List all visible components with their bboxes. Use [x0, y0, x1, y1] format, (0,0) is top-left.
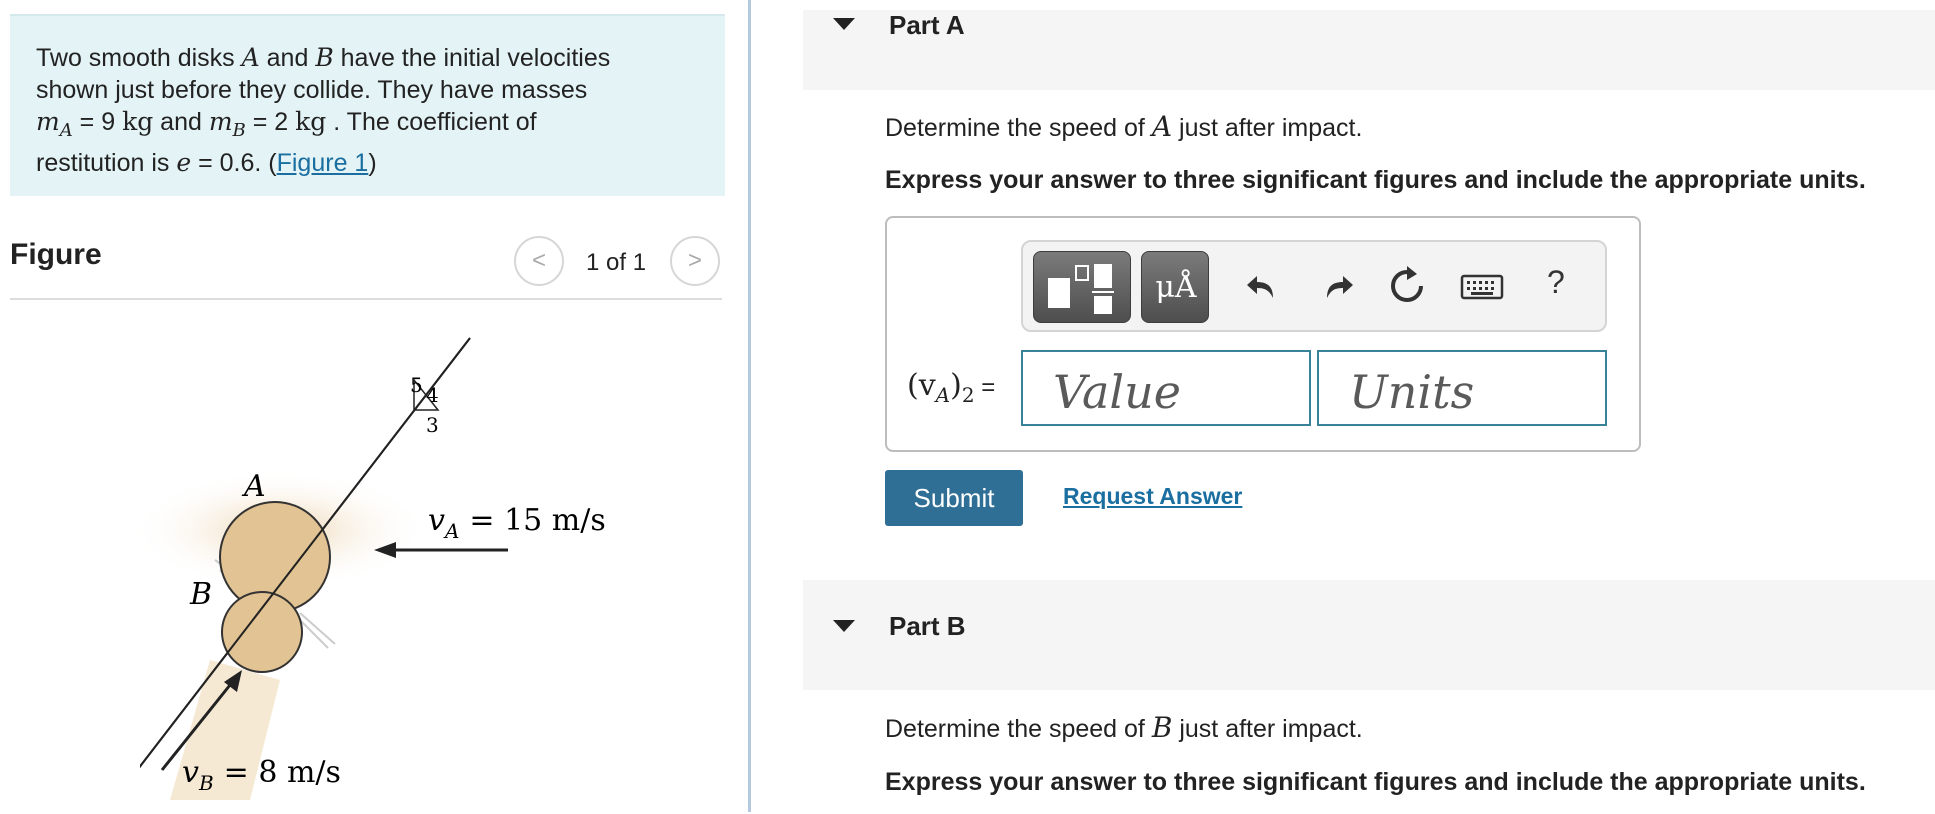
figure-link[interactable]: Figure 1	[277, 149, 369, 177]
mass-b-unit: kg	[295, 107, 327, 136]
request-answer-link[interactable]: Request Answer	[1063, 483, 1242, 510]
previous-figure-button[interactable]: <	[514, 236, 564, 286]
var-sub2: 2	[961, 383, 975, 407]
units-button[interactable]: μÅ	[1141, 251, 1209, 323]
var-symbol-end: )	[950, 368, 962, 403]
figure-header: Figure < 1 of 1 >	[10, 234, 722, 300]
va-sub: A	[443, 519, 459, 543]
answer-variable-label: (vA)2 =	[907, 368, 995, 407]
problem-text: )	[368, 149, 377, 177]
vb-sub: B	[198, 771, 214, 795]
help-button[interactable]: ?	[1547, 264, 1565, 301]
part-a-question: Determine the speed of A just after impa…	[885, 110, 1362, 143]
math-toolbar: μÅ ?	[1021, 240, 1607, 332]
question-var: A	[1151, 110, 1173, 143]
value-input[interactable]	[1021, 350, 1311, 426]
part-a-header[interactable]: Part A	[803, 10, 1935, 90]
part-b-label: Part B	[889, 611, 966, 641]
part-b-header[interactable]: Part B	[803, 580, 1935, 690]
slope-label-3: 3	[426, 413, 439, 437]
disk-a-label: A	[241, 469, 266, 504]
chevron-left-icon: <	[531, 247, 546, 274]
vb-symbol: v	[182, 755, 199, 790]
chevron-right-icon: >	[687, 247, 702, 274]
slope-label-5: 5	[410, 373, 423, 397]
right-panel: Part A Determine the speed of A just aft…	[803, 0, 1935, 814]
question-text: Determine the speed of	[885, 114, 1152, 142]
problem-text: and	[259, 44, 316, 72]
vb-value: = 8 m/s	[224, 755, 341, 790]
figure-pager: 1 of 1	[586, 249, 647, 276]
mass-b-sub: B	[232, 120, 246, 141]
mass-a-symbol: m	[36, 107, 60, 136]
var-b: B	[315, 43, 334, 72]
restitution-symbol: e	[176, 148, 192, 177]
submit-button[interactable]: Submit	[885, 470, 1023, 526]
equals-sign: =	[974, 374, 996, 401]
va-symbol: v	[428, 503, 445, 538]
problem-text: restitution is	[36, 149, 177, 177]
part-b-instruction: Express your answer to three significant…	[885, 768, 1866, 796]
var-a: A	[241, 43, 260, 72]
mass-b-symbol: m	[208, 107, 233, 136]
disk-b-label: B	[189, 577, 212, 612]
caret-down-icon[interactable]	[833, 620, 855, 632]
problem-statement: Two smooth disks A and B have the initia…	[10, 14, 725, 196]
mass-a-value: = 9	[72, 108, 123, 136]
collision-figure: 5 4 3 A B vA = 15 m/s vB = 8 m/s	[140, 337, 606, 800]
reset-icon[interactable]	[1387, 266, 1427, 306]
question-text: just after impact.	[1172, 715, 1363, 743]
caret-down-icon[interactable]	[833, 18, 855, 30]
var-symbol: (v	[907, 368, 936, 403]
undo-icon[interactable]	[1243, 266, 1283, 306]
question-var: B	[1151, 711, 1173, 744]
units-button-label: μÅ	[1155, 270, 1197, 305]
templates-icon	[1048, 264, 1114, 314]
mass-b-value: = 2	[245, 108, 296, 136]
problem-text: and	[153, 108, 209, 136]
part-a-instruction: Express your answer to three significant…	[885, 166, 1866, 194]
mass-a-unit: kg	[122, 107, 154, 136]
templates-button[interactable]	[1033, 251, 1131, 323]
var-sub: A	[935, 383, 951, 407]
units-input[interactable]	[1317, 350, 1607, 426]
problem-text: shown just before they collide. They hav…	[36, 76, 588, 104]
left-panel: Two smooth disks A and B have the initia…	[0, 0, 750, 814]
panel-divider[interactable]	[748, 0, 751, 812]
va-value: = 15 m/s	[469, 503, 605, 538]
next-figure-button[interactable]: >	[670, 236, 720, 286]
mass-a-sub: A	[59, 120, 73, 141]
disk-b	[221, 591, 303, 673]
velocity-a-label: vA = 15 m/s	[428, 503, 606, 543]
answer-box: μÅ ? (vA)2 =	[885, 216, 1641, 452]
problem-text: have the initial velocities	[333, 44, 611, 72]
question-text: just after impact.	[1172, 114, 1363, 142]
part-a-label: Part A	[889, 10, 965, 40]
question-text: Determine the speed of	[885, 715, 1152, 743]
redo-icon[interactable]	[1317, 266, 1357, 306]
problem-text: . The coefficient of	[326, 108, 537, 136]
figure-title: Figure	[10, 238, 102, 271]
part-b-question: Determine the speed of B just after impa…	[885, 711, 1363, 744]
keyboard-icon[interactable]	[1459, 266, 1505, 306]
restitution-value: = 0.6. (	[191, 149, 277, 177]
problem-text: Two smooth disks	[36, 44, 242, 72]
